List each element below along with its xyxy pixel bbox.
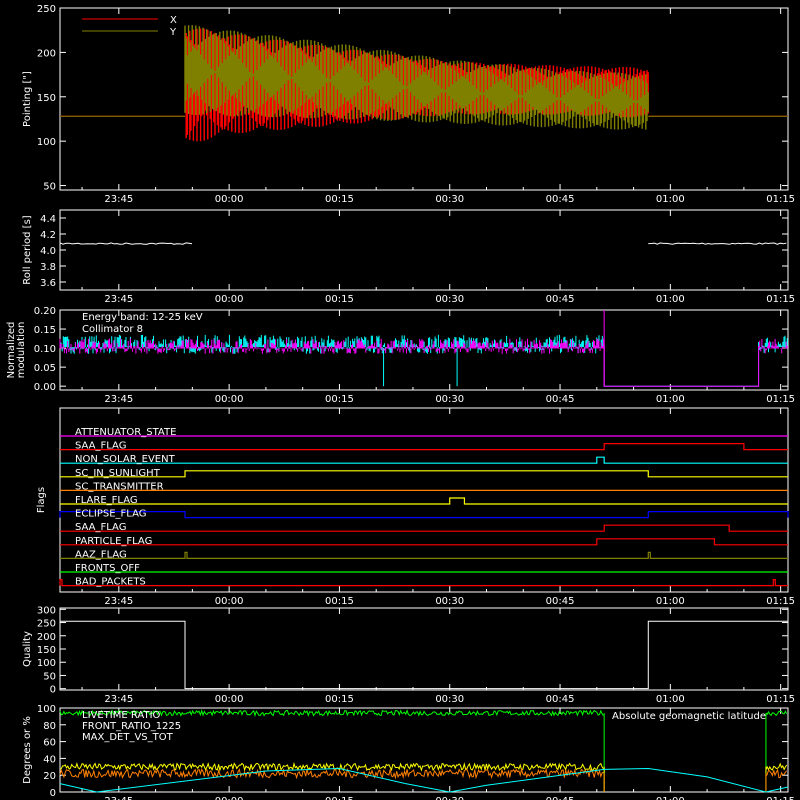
ratios-annotation: Absolute geomagnetic latitude: [612, 711, 766, 722]
flags-label: FRONTS_OFF: [75, 563, 140, 574]
roll-ytick-label: 3.6: [40, 278, 56, 289]
flags-label: AAZ_FLAG: [75, 549, 127, 560]
flags-xtick-label: 01:15: [766, 596, 795, 607]
flags-label: BAD_PACKETS: [75, 577, 146, 588]
modulation-ytick-label: 0.00: [34, 382, 56, 393]
quality-ytick-label: 50: [43, 671, 56, 682]
quality-xtick-label: 00:45: [546, 694, 575, 705]
ratios-legend-label: MAX_DET_VS_TOT: [82, 732, 174, 743]
pointing-ytick-label: 250: [37, 4, 56, 15]
pointing-ytick-label: 150: [37, 93, 56, 104]
ratios-ytick-label: 20: [43, 771, 56, 782]
pointing-ylabel: Pointing ["]: [22, 71, 33, 127]
flags-label: SC_IN_SUNLIGHT: [75, 468, 161, 479]
pointing-ytick-label: 100: [37, 137, 56, 148]
figure: 23:45 00:00 00:15 00:30 00:45 01:00 01:15 50 100…: [0, 0, 800, 800]
modulation-xtick-label: 23:45: [104, 394, 133, 405]
modulation-ytick-label: 0.15: [34, 325, 56, 336]
ratios-xtick-label: 00:15: [325, 796, 354, 800]
roll-xtick-label: 23:45: [104, 294, 133, 305]
quality-ytick-label: 200: [37, 632, 56, 643]
modulation-xtick-label: 00:45: [546, 394, 575, 405]
modulation-xtick-label: 01:00: [656, 394, 685, 405]
roll-ytick-label: 4.2: [40, 230, 56, 241]
modulation-ylabel: modulation: [16, 322, 27, 379]
flags-xtick-label: 01:00: [656, 596, 685, 607]
roll-ytick-label: 3.8: [40, 262, 56, 273]
roll-xtick-label: 01:15: [766, 294, 795, 305]
roll-xtick-label: 01:00: [656, 294, 685, 305]
modulation-xtick-label: 00:15: [325, 394, 354, 405]
pointing-ytick-label: 200: [37, 48, 56, 59]
flags-label: SC_TRANSMITTER: [75, 481, 164, 492]
modulation-ytick-label: 0.20: [34, 306, 56, 317]
ratios-ytick-label: 40: [43, 754, 56, 765]
flags-xtick-label: 23:45: [104, 596, 133, 607]
roll-xtick-label: 00:00: [215, 294, 244, 305]
ratios-ytick-label: 80: [43, 721, 56, 732]
ratios-xtick-label: 01:15: [766, 796, 795, 800]
quality-ytick-label: 100: [37, 658, 56, 669]
pointing-xtick-label: 23:45: [104, 194, 133, 205]
roll-ytick-label: 4.4: [40, 214, 56, 225]
quality-xtick-label: 01:00: [656, 694, 685, 705]
pointing-ytick-label: 50: [43, 182, 56, 193]
ratios-xtick-label: 01:00: [656, 796, 685, 800]
flags-label: ECLIPSE_FLAG: [75, 509, 146, 520]
flags-label: ATTENUATOR_STATE: [75, 427, 176, 438]
flags-xtick-label: 00:00: [215, 596, 244, 607]
pointing-legend-label: X: [170, 15, 177, 26]
flags-label: NON_SOLAR_EVENT: [75, 454, 176, 465]
flags-label: SAA_FLAG: [75, 441, 126, 452]
pointing-xtick-label: 01:00: [656, 194, 685, 205]
modulation-xtick-label: 00:30: [435, 394, 464, 405]
ratios-legend-label: LIVETIME RATIO: [82, 710, 161, 721]
ratios-xtick-label: 23:45: [104, 796, 133, 800]
quality-xtick-label: 23:45: [104, 694, 133, 705]
modulation-xtick-label: 00:00: [215, 394, 244, 405]
pointing-legend-label: Y: [169, 27, 177, 38]
quality-ytick-label: 150: [37, 645, 56, 656]
ratios-xtick-label: 00:45: [546, 796, 575, 800]
modulation-ytick-label: 0.05: [34, 363, 56, 374]
flags-label: SAA_FLAG: [75, 522, 126, 533]
quality-xtick-label: 00:00: [215, 694, 244, 705]
pointing-xtick-label: 01:15: [766, 194, 795, 205]
pointing-xtick-label: 00:45: [546, 194, 575, 205]
quality-xtick-label: 00:30: [435, 694, 464, 705]
quality-ytick-label: 0: [50, 685, 56, 696]
flags-label: FLARE_FLAG: [75, 495, 138, 506]
quality-ylabel: Quality: [22, 631, 33, 667]
pointing-xtick-label: 00:15: [325, 194, 354, 205]
ratios-ylabel: Degrees or %: [22, 716, 33, 784]
roll-xtick-label: 00:30: [435, 294, 464, 305]
ratios-xtick-label: 00:30: [435, 796, 464, 800]
roll-xtick-label: 00:15: [325, 294, 354, 305]
flags-xtick-label: 00:15: [325, 596, 354, 607]
roll-xtick-label: 00:45: [546, 294, 575, 305]
quality-xtick-label: 01:15: [766, 694, 795, 705]
pointing-xtick-label: 00:00: [215, 194, 244, 205]
flags-xtick-label: 00:30: [435, 596, 464, 607]
quality-ytick-label: 250: [37, 619, 56, 630]
flags-xtick-label: 00:45: [546, 596, 575, 607]
modulation-xtick-label: 01:15: [766, 394, 795, 405]
flags-ylabel: Flags: [36, 487, 47, 513]
modulation-ytick-label: 0.10: [34, 344, 56, 355]
ratios-ytick-label: 0: [50, 788, 56, 799]
ratios-ytick-label: 60: [43, 738, 56, 749]
ratios-legend-label: FRONT_RATIO_1225: [82, 721, 181, 732]
modulation-annotation: Energy band: 12-25 keV: [82, 312, 203, 323]
flags-label: PARTICLE_FLAG: [75, 536, 152, 547]
pointing-xtick-label: 00:30: [435, 194, 464, 205]
roll-ytick-label: 4.0: [40, 246, 56, 257]
quality-ytick-label: 300: [37, 605, 56, 616]
ratios-xtick-label: 00:00: [215, 796, 244, 800]
modulation-annotation: Collimator 8: [82, 324, 143, 335]
ratios-ytick-label: 100: [37, 704, 56, 715]
quality-xtick-label: 00:15: [325, 694, 354, 705]
roll-ylabel: Roll period [s]: [22, 215, 33, 284]
